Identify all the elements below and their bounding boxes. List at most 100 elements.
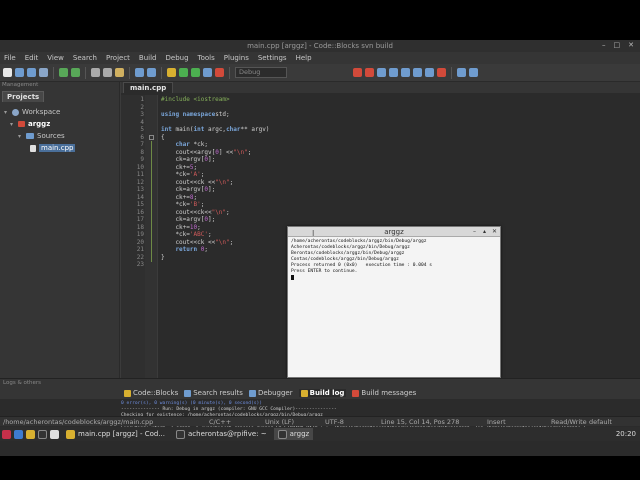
code-line[interactable]: 11 *ck='A'; (121, 171, 640, 179)
minimize-icon[interactable]: – (602, 41, 606, 49)
menu-settings[interactable]: Settings (258, 54, 287, 62)
window-titlebar[interactable]: main.cpp [arggz] - Code::Blocks svn buil… (0, 40, 640, 52)
run-to-cursor-icon[interactable] (365, 68, 374, 77)
line-number: 20 (136, 238, 144, 246)
maximize-icon[interactable]: ▴ (481, 228, 488, 235)
tree-workspace[interactable]: ▾ Workspace (4, 106, 119, 118)
tree-folder-sources[interactable]: ▾ Sources (4, 130, 119, 142)
code-line[interactable]: 3 using namespacestd; (121, 111, 640, 119)
menu-edit[interactable]: Edit (25, 54, 39, 62)
various-info-icon[interactable] (469, 68, 478, 77)
menu-file[interactable]: File (4, 54, 16, 62)
menu-search[interactable]: Search (73, 54, 97, 62)
tab-build-log[interactable]: Build log (298, 389, 347, 397)
code-line[interactable]: 12 cout<<ck <<"\n"; (121, 179, 640, 187)
status-profile: default (589, 417, 612, 426)
replace-icon[interactable] (147, 68, 156, 77)
cut-icon[interactable] (91, 68, 100, 77)
terminal-window: arggz – ▴ ✕ /home/acherontas/codeblocks/… (287, 226, 501, 378)
stop-debugger-icon[interactable] (437, 68, 446, 77)
tree-project[interactable]: ▾ arggz (4, 118, 119, 130)
app-icon[interactable] (50, 429, 59, 439)
code-line[interactable]: 8 cout<<argv[0] <<"\n"; (121, 149, 640, 157)
menu-tools[interactable]: Tools (198, 54, 215, 62)
menu-plugins[interactable]: Plugins (224, 54, 249, 62)
minimize-icon[interactable]: – (471, 228, 478, 235)
menu-project[interactable]: Project (106, 54, 130, 62)
code-line[interactable]: 14 ck+=8; (121, 194, 640, 202)
build-target-select[interactable]: Debug (235, 67, 287, 78)
code-line[interactable]: 15 *ck='B'; (121, 201, 640, 209)
clock[interactable]: 20:20 (616, 430, 636, 438)
maximize-icon[interactable]: □ (614, 41, 621, 49)
code-text: { (161, 133, 165, 141)
code-line[interactable]: 2 (121, 104, 640, 112)
save-icon[interactable] (27, 68, 36, 77)
new-file-icon[interactable] (3, 68, 12, 77)
undo-icon[interactable] (59, 68, 68, 77)
redo-icon[interactable] (71, 68, 80, 77)
find-icon[interactable] (135, 68, 144, 77)
tab-projects[interactable]: Projects (2, 91, 45, 102)
tab-search-results[interactable]: Search results (184, 389, 243, 397)
paste-icon[interactable] (115, 68, 124, 77)
code-line[interactable]: 6{ (121, 134, 640, 142)
step-into-icon[interactable] (401, 68, 410, 77)
menu-debug[interactable]: Debug (166, 54, 189, 62)
status-mode: Insert (487, 417, 506, 426)
menu-build[interactable]: Build (139, 54, 157, 62)
taskbar-window-terminal[interactable]: acherontas@rpifive: ~ (172, 428, 271, 440)
build-run-icon[interactable] (191, 68, 200, 77)
open-file-icon[interactable] (15, 68, 24, 77)
line-number: 10 (136, 163, 144, 171)
step-out-icon[interactable] (413, 68, 422, 77)
code-text: *ck='B'; (161, 201, 205, 208)
tree-file-main[interactable]: main.cpp (4, 142, 119, 154)
next-instruction-icon[interactable] (389, 68, 398, 77)
collapse-icon[interactable]: ▾ (10, 121, 15, 128)
menu-view[interactable]: View (47, 54, 64, 62)
terminal-icon[interactable] (38, 429, 47, 439)
debug-windows-icon[interactable] (457, 68, 466, 77)
browser-icon[interactable] (14, 429, 23, 439)
save-all-icon[interactable] (39, 68, 48, 77)
build-icon[interactable] (167, 68, 176, 77)
tab-debugger[interactable]: Debugger (248, 389, 293, 397)
debug-start-icon[interactable] (353, 68, 362, 77)
code-line[interactable]: 9 ck=argv[0]; (121, 156, 640, 164)
tab-codeblocks-log[interactable]: Code::Blocks (124, 389, 178, 397)
rebuild-icon[interactable] (203, 68, 212, 77)
tab-build-messages[interactable]: Build messages (352, 389, 416, 397)
copy-icon[interactable] (103, 68, 112, 77)
abort-icon[interactable] (215, 68, 224, 77)
folder-icon (26, 133, 34, 139)
next-line-icon[interactable] (377, 68, 386, 77)
collapse-icon[interactable]: ▾ (18, 133, 23, 140)
code-line[interactable]: 17 ck=argv[0]; (121, 216, 640, 224)
file-manager-icon[interactable] (26, 429, 35, 439)
status-position: Line 15, Col 14, Pos 278 (381, 417, 460, 426)
menu-help[interactable]: Help (296, 54, 312, 62)
terminal-titlebar[interactable]: arggz – ▴ ✕ (288, 227, 500, 237)
code-line[interactable]: 7 char *ck; (121, 141, 640, 149)
close-icon[interactable]: ✕ (628, 41, 634, 49)
code-line[interactable]: 1 #include <iostream> (121, 96, 640, 104)
taskbar-window-arggz[interactable]: arggz (273, 428, 314, 440)
code-line[interactable]: 16 cout<<ck<<"\n"; (121, 209, 640, 217)
taskbar-window-codeblocks[interactable]: main.cpp [arggz] - Cod... (62, 428, 169, 440)
code-line[interactable]: 13 ck=argv[0]; (121, 186, 640, 194)
code-text: ck+=5; (161, 163, 198, 171)
menu-launcher-icon[interactable] (2, 429, 11, 439)
close-icon[interactable]: ✕ (491, 228, 498, 235)
line-number: 16 (136, 208, 144, 216)
workspace-area: Management Projects ▾ Workspace ▾ arggz (0, 82, 640, 378)
code-line[interactable]: 10 ck+=5; (121, 164, 640, 172)
collapse-icon[interactable]: ▾ (4, 109, 9, 116)
terminal-output[interactable]: /home/acherontas/codeblocks/arggz/bin/De… (288, 237, 500, 284)
fold-toggle-icon[interactable] (149, 134, 154, 140)
editor-tab-main-cpp[interactable]: main.cpp (123, 82, 174, 93)
break-icon[interactable] (425, 68, 434, 77)
run-icon[interactable] (179, 68, 188, 77)
code-line[interactable]: 4 (121, 119, 640, 127)
code-line[interactable]: 5 int main(int argc,char** argv) (121, 126, 640, 134)
